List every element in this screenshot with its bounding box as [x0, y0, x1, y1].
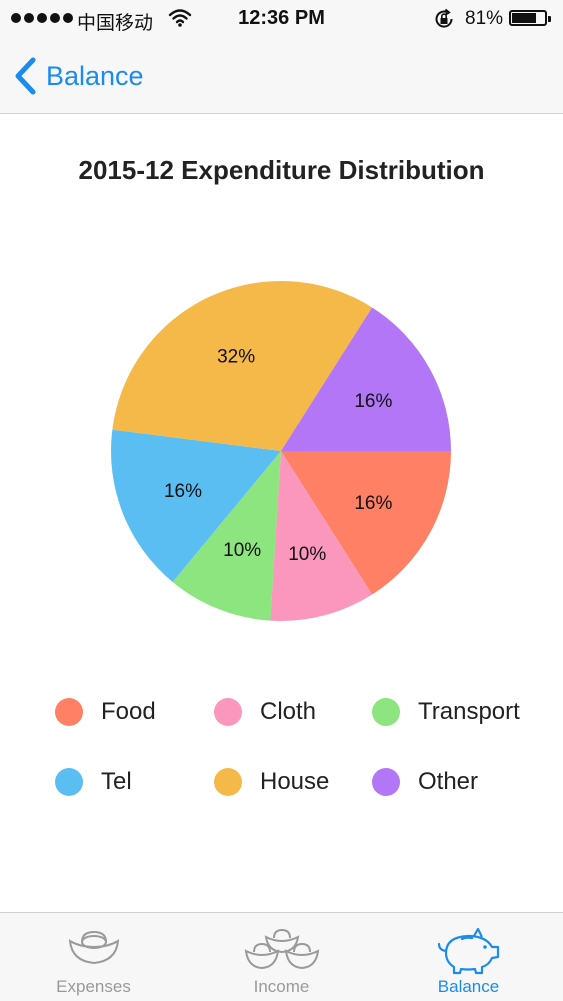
- tab-income[interactable]: Income: [188, 913, 375, 1001]
- pie-data-label: 16%: [354, 493, 392, 514]
- back-button-label: Balance: [46, 60, 144, 91]
- legend-label: Cloth: [260, 698, 317, 725]
- legend-label: Other: [418, 768, 479, 795]
- carrier-name: 中国移动: [77, 13, 154, 34]
- battery-icon: [509, 10, 551, 26]
- status-bar: 中国移动 12:36 PM 81%: [0, 0, 563, 38]
- chart-title: 2015-12 Expenditure Distribution: [78, 155, 485, 185]
- legend-swatch: [214, 698, 242, 726]
- pie-data-label: 16%: [164, 481, 202, 502]
- legend-item-house: House: [214, 760, 329, 804]
- tab-bar: Expenses Income Balance: [0, 912, 563, 1001]
- pie-data-label: 10%: [223, 540, 261, 561]
- battery-percentage: 81%: [465, 8, 504, 29]
- legend-item-food: Food: [55, 690, 156, 734]
- legend-label: House: [260, 768, 330, 795]
- legend-swatch: [214, 768, 242, 796]
- rotation-lock-icon: [435, 8, 453, 28]
- pie-chart: 16% 10% 10% 16% 32% 16%: [111, 281, 451, 621]
- legend-label: Food: [101, 698, 156, 725]
- navigation-bar: Balance: [0, 38, 563, 114]
- tab-balance[interactable]: Balance: [375, 913, 562, 1001]
- signal-strength-icon: [11, 13, 73, 23]
- legend-label: Tel: [101, 768, 132, 795]
- legend-item-cloth: Cloth: [214, 690, 316, 734]
- wifi-icon: [168, 9, 192, 27]
- pie-data-label: 10%: [288, 544, 326, 565]
- legend-swatch: [55, 768, 83, 796]
- legend-swatch: [372, 698, 400, 726]
- back-button[interactable]: Balance: [12, 54, 144, 98]
- legend-swatch: [55, 698, 83, 726]
- legend-swatch: [372, 768, 400, 796]
- chevron-left-icon: [15, 57, 36, 95]
- gold-ingot-icon: [68, 930, 119, 965]
- pie-data-label: 32%: [217, 347, 255, 368]
- tab-label: Balance: [437, 977, 500, 996]
- tab-label: Income: [253, 977, 310, 996]
- legend-label: Transport: [418, 698, 520, 725]
- pie-data-label: 16%: [354, 391, 392, 412]
- tab-expenses[interactable]: Expenses: [0, 913, 187, 1001]
- legend-item-other: Other: [372, 760, 478, 804]
- tab-label: Expenses: [56, 977, 131, 996]
- legend-item-tel: Tel: [55, 760, 132, 804]
- gold-ingots-stack-icon: [244, 928, 319, 970]
- piggy-bank-icon: [437, 927, 499, 975]
- legend-item-transport: Transport: [372, 690, 520, 734]
